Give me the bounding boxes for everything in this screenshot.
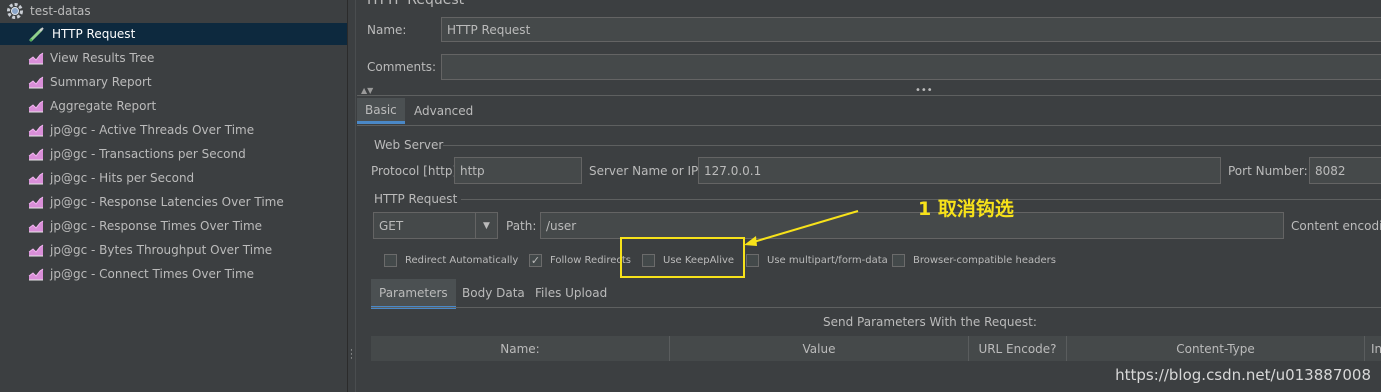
path-label: Path: [506, 219, 537, 233]
chart-icon [28, 51, 44, 65]
web-server-line [443, 145, 1381, 146]
checkbox-label: Redirect Automatically [405, 255, 519, 266]
split-pane-divider[interactable]: · · · [347, 0, 356, 392]
column-header-value[interactable]: Value [670, 336, 969, 361]
http-request-panel: HTTP Request Name: HTTP Request Comments… [357, 0, 1381, 392]
chart-icon [28, 195, 44, 209]
chart-icon [28, 171, 44, 185]
port-number-input[interactable]: 8082 [1309, 157, 1381, 184]
column-header-url-encode[interactable]: URL Encode? [969, 336, 1067, 361]
annotation-text: 1 取消钩选 [918, 198, 1014, 220]
tree-item-label: jp@gc - Transactions per Second [50, 147, 246, 161]
checkmark-icon: ✓ [529, 254, 542, 267]
http-request-group-title: HTTP Request [374, 192, 458, 206]
content-encoding-label: Content encodin [1291, 219, 1381, 233]
server-name-input[interactable]: 127.0.0.1 [698, 157, 1221, 184]
pipette-icon [28, 25, 46, 43]
collapse-arrows-icon[interactable]: ▲▼ [361, 86, 373, 95]
tree-item[interactable]: View Results Tree [0, 47, 154, 69]
chart-icon [28, 267, 44, 281]
tree-item-label: View Results Tree [50, 51, 155, 65]
tree-item[interactable]: jp@gc - Response Times Over Time [0, 215, 262, 237]
column-header-content-type[interactable]: Content-Type [1067, 336, 1365, 361]
annotation-highlight-box [620, 237, 745, 278]
separator [357, 95, 1381, 96]
checkbox-box [384, 254, 397, 267]
protocol-label: Protocol [http]: [371, 164, 462, 178]
method-select[interactable]: GET ▼ [373, 212, 498, 239]
tree-item-label: jp@gc - Connect Times Over Time [50, 267, 255, 281]
checkbox-box [892, 254, 905, 267]
redirect-automatically-checkbox[interactable]: Redirect Automatically [384, 254, 518, 267]
tree-item-label: jp@gc - Hits per Second [50, 171, 195, 185]
column-header-name[interactable]: Name: [371, 336, 670, 361]
tree-item[interactable]: jp@gc - Hits per Second [0, 167, 194, 189]
tree-item-label: jp@gc - Response Latencies Over Time [50, 195, 284, 209]
tree-item[interactable]: jp@gc - Bytes Throughput Over Time [0, 239, 272, 261]
tree-item-label: HTTP Request [52, 27, 136, 41]
test-plan-tree: test-datas HTTP Request View Results Tree… [0, 0, 347, 392]
tree-item-label: jp@gc - Active Threads Over Time [50, 123, 255, 137]
chart-icon [28, 219, 44, 233]
tab-bar-line [357, 125, 1381, 126]
column-header-include[interactable]: In [1365, 336, 1381, 361]
chart-icon [28, 147, 44, 161]
tab-parameters[interactable]: Parameters [371, 279, 456, 309]
port-number-label: Port Number: [1228, 164, 1308, 178]
checkbox-label: Follow Redirects [550, 255, 631, 266]
path-input[interactable]: /user [540, 212, 1284, 239]
tree-root-test-datas[interactable]: test-datas [6, 0, 91, 22]
panel-title: HTTP Request [367, 0, 465, 8]
tab-body-data[interactable]: Body Data [454, 279, 533, 307]
tree-item-label: jp@gc - Bytes Throughput Over Time [50, 243, 273, 257]
use-multipart-checkbox[interactable]: Use multipart/form-data [746, 254, 888, 267]
tree-item[interactable]: jp@gc - Response Latencies Over Time [0, 191, 284, 213]
tree-item-label: Summary Report [50, 75, 152, 89]
tree-item-label: jp@gc - Response Times Over Time [50, 219, 263, 233]
tree-item-label: Aggregate Report [50, 99, 157, 113]
params-caption: Send Parameters With the Request: [823, 315, 1037, 329]
watermark: https://blog.csdn.net/u013887008 [1115, 366, 1371, 384]
method-value: GET [379, 218, 404, 233]
tree-item[interactable]: Aggregate Report [0, 95, 156, 117]
tree-root-label: test-datas [30, 4, 91, 18]
name-label: Name: [367, 23, 407, 37]
browser-compatible-headers-checkbox[interactable]: Browser-compatible headers [892, 254, 1056, 267]
name-input[interactable]: HTTP Request [441, 17, 1381, 42]
tab-basic[interactable]: Basic [357, 98, 405, 124]
chart-icon [28, 123, 44, 137]
tree-item[interactable]: jp@gc - Active Threads Over Time [0, 119, 254, 141]
follow-redirects-checkbox[interactable]: ✓ Follow Redirects [529, 254, 631, 267]
checkbox-label: Browser-compatible headers [913, 255, 1056, 266]
splitter-grip-icon: · · · [350, 346, 353, 364]
checkbox-label: Use multipart/form-data [767, 255, 888, 266]
gear-icon [6, 2, 24, 20]
tree-item[interactable]: HTTP Request [0, 23, 347, 45]
checkbox-box [746, 254, 759, 267]
tree-item[interactable]: jp@gc - Transactions per Second [0, 143, 246, 165]
tab-files-upload[interactable]: Files Upload [527, 279, 615, 307]
server-name-label: Server Name or IP: [589, 164, 703, 178]
chevron-down-icon[interactable]: ▼ [475, 213, 497, 238]
tree-item[interactable]: jp@gc - Connect Times Over Time [0, 263, 254, 285]
web-server-title: Web Server [374, 138, 444, 152]
comments-label: Comments: [367, 60, 437, 74]
chart-icon [28, 243, 44, 257]
tree-item[interactable]: Summary Report [0, 71, 152, 93]
protocol-input[interactable]: http [454, 157, 582, 184]
subtab-line [371, 307, 1381, 308]
chart-icon [28, 99, 44, 113]
comments-input[interactable] [441, 54, 1381, 80]
tab-advanced[interactable]: Advanced [406, 98, 481, 124]
chart-icon [28, 75, 44, 89]
